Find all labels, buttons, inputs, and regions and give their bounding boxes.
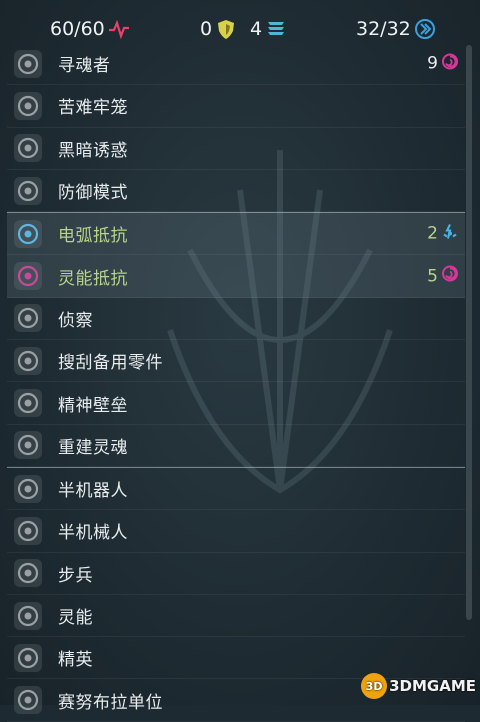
- eye-icon: [8, 299, 48, 337]
- psionic-icon: [8, 597, 48, 635]
- trait-row[interactable]: 苦难牢笼: [7, 85, 465, 128]
- trait-row[interactable]: 重建灵魂: [7, 425, 465, 467]
- trait-count: 2: [427, 222, 459, 245]
- trait-count: 5: [427, 265, 459, 288]
- trait-label: 精英: [58, 650, 93, 671]
- trait-label: 苦难牢笼: [58, 98, 128, 119]
- psionic-icon: [441, 265, 459, 288]
- trait-label: 侦察: [58, 310, 93, 331]
- watermark-logo-icon: 3D: [361, 673, 388, 699]
- trait-row[interactable]: 黑暗诱惑: [7, 128, 465, 170]
- trait-row[interactable]: 防御模式: [7, 170, 465, 213]
- soul-seeker-icon: [8, 45, 48, 83]
- trait-row[interactable]: 侦察: [7, 298, 465, 341]
- trait-count-value: 5: [427, 266, 438, 287]
- health-stat: 60/60: [50, 18, 130, 40]
- trait-label: 防御模式: [58, 183, 128, 204]
- energy-stat: 32/32: [356, 18, 436, 40]
- trait-row[interactable]: 灵能抵抗 5: [7, 255, 465, 298]
- armor-stat: 4: [250, 18, 287, 40]
- trait-label: 搜刮备用零件: [58, 353, 163, 374]
- arc-icon: [441, 222, 459, 245]
- trait-label: 重建灵魂: [58, 437, 128, 458]
- armor-value: 4: [250, 18, 263, 40]
- shield-icon: [218, 20, 235, 39]
- trait-label: 半机器人: [58, 481, 128, 502]
- rebuild-soul-icon: [8, 426, 48, 464]
- cage-icon: [8, 87, 48, 125]
- cyborg-icon: [8, 470, 48, 508]
- trait-list: 寻魂者 9 苦难牢笼黑暗诱惑防御模式电弧抵抗 2 灵能抵抗 5 侦察搜刮备用零件 精神壁垒重建…: [7, 43, 465, 722]
- repair-icon: [8, 342, 48, 380]
- trait-label: 精神壁垒: [58, 395, 128, 416]
- armor-stack-icon: [268, 22, 285, 35]
- mech-human-icon: [8, 512, 48, 550]
- dark-lure-icon: [8, 129, 48, 167]
- trait-row[interactable]: 搜刮备用零件: [7, 340, 465, 383]
- energy-icon: [414, 19, 435, 39]
- trait-label: 半机械人: [58, 523, 128, 544]
- trait-count: 9: [427, 52, 459, 75]
- energy-value: 32/32: [356, 18, 411, 40]
- trait-row[interactable]: 精神壁垒: [7, 382, 465, 425]
- shield-stat: 0: [200, 18, 237, 40]
- mind-barrier-icon: [8, 384, 48, 422]
- trait-row[interactable]: 寻魂者 9: [7, 43, 465, 86]
- trait-row[interactable]: 半机器人: [7, 466, 465, 511]
- defense-mode-icon: [8, 172, 48, 210]
- elite-icon: [8, 639, 48, 677]
- infantry-icon: [8, 554, 48, 592]
- shield-value: 0: [200, 18, 213, 40]
- health-pulse-icon: [108, 19, 129, 40]
- watermark-text: 3DMGAME: [389, 677, 476, 695]
- list-scrollbar[interactable]: [466, 45, 472, 620]
- trait-row[interactable]: 半机械人: [7, 510, 465, 553]
- trait-count-value: 9: [427, 53, 438, 74]
- trait-count-value: 2: [427, 223, 438, 244]
- trait-row[interactable]: 步兵: [7, 553, 465, 595]
- health-value: 60/60: [50, 18, 105, 40]
- arc-resist-icon: [8, 215, 48, 253]
- trait-label: 电弧抵抗: [58, 226, 128, 247]
- watermark: 3D 3DMGAME: [361, 673, 476, 699]
- trait-label: 灵能: [58, 608, 93, 628]
- psionic-resist-icon: [8, 257, 48, 295]
- trait-label: 灵能抵抗: [58, 268, 128, 289]
- trait-row[interactable]: 灵能: [7, 595, 465, 638]
- unit-icon: [8, 681, 48, 719]
- trait-row[interactable]: 电弧抵抗 2: [7, 212, 465, 256]
- trait-label: 步兵: [58, 565, 93, 586]
- trait-label: 赛努布拉单位: [58, 692, 163, 713]
- trait-label: 寻魂者: [58, 56, 111, 77]
- trait-label: 黑暗诱惑: [58, 140, 128, 161]
- psionic-icon: [441, 52, 459, 75]
